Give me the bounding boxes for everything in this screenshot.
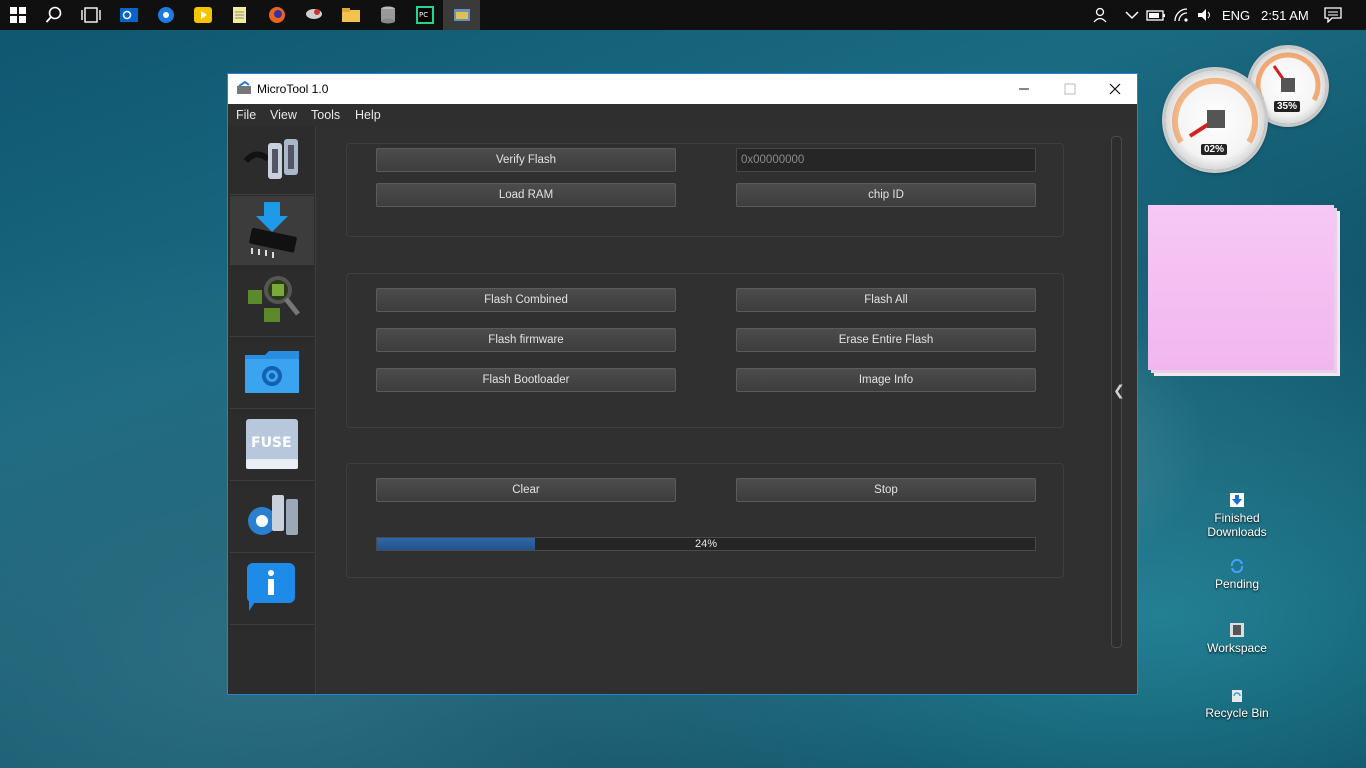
port-settings-icon — [242, 489, 302, 548]
download-chip-icon — [242, 198, 302, 263]
media-player-icon[interactable] — [191, 3, 215, 27]
progress-bar: 24% — [376, 537, 1036, 551]
firefox-icon[interactable] — [265, 3, 289, 27]
window-title: MicroTool 1.0 — [257, 82, 329, 96]
volume-icon[interactable] — [1193, 3, 1217, 27]
task-view-icon[interactable] — [79, 3, 103, 27]
cpu-gauge-value: 02% — [1201, 144, 1228, 155]
flash-group: Flash Combined Flash All Flash firmware … — [346, 273, 1064, 428]
memory-gauge-value: 35% — [1274, 101, 1301, 112]
chevron-up-icon[interactable] — [1120, 3, 1144, 27]
database-icon[interactable] — [376, 3, 400, 27]
clock[interactable]: 2:51 AM — [1261, 8, 1309, 23]
workspace-label: Workspace — [1207, 641, 1267, 655]
flash-bootloader-button[interactable]: Flash Bootloader — [376, 368, 676, 392]
wifi-icon[interactable] — [1170, 3, 1194, 27]
menu-tools[interactable]: Tools — [311, 108, 340, 122]
snipping-tool-icon[interactable] — [302, 3, 326, 27]
chip-id-button[interactable]: chip ID — [736, 183, 1036, 207]
microtool-window: MicroTool 1.0 File View Tools Help FUSE … — [227, 73, 1138, 695]
address-field[interactable]: 0x00000000 — [736, 148, 1036, 172]
flash-firmware-button[interactable]: Flash firmware — [376, 328, 676, 352]
stop-button[interactable]: Stop — [736, 478, 1036, 502]
menu-file[interactable]: File — [236, 108, 256, 122]
verify-group: Verify Flash 0x00000000 Load RAM chip ID — [346, 143, 1064, 237]
image-info-button[interactable]: Image Info — [736, 368, 1036, 392]
outlook-icon[interactable] — [117, 3, 141, 27]
settings-folder-icon — [243, 347, 301, 402]
groove-music-icon[interactable] — [154, 3, 178, 27]
verify-flash-button[interactable]: Verify Flash — [376, 148, 676, 172]
sidebar-settings-folder[interactable] — [230, 340, 314, 409]
taskbar: PC ENG 2:51 AM — [0, 0, 1366, 30]
flash-all-button[interactable]: Flash All — [736, 288, 1036, 312]
pycharm-icon[interactable]: PC — [413, 3, 437, 27]
serial-connector-icon — [242, 131, 302, 190]
file-explorer-icon[interactable] — [339, 3, 363, 27]
recycle-bin-label: Recycle Bin — [1205, 706, 1269, 720]
recycle-bin-shortcut[interactable]: Recycle Bin — [1192, 687, 1282, 720]
recycle-bin-icon — [1229, 687, 1245, 703]
sidebar-port-settings[interactable] — [230, 484, 314, 553]
sidebar-flash-download[interactable] — [230, 196, 314, 265]
menu-bar: File View Tools Help — [228, 104, 1137, 126]
menu-help[interactable]: Help — [355, 108, 381, 122]
status-group: Clear Stop 24% — [346, 463, 1064, 578]
info-icon — [245, 561, 299, 620]
erase-flash-button[interactable]: Erase Entire Flash — [736, 328, 1036, 352]
sidebar-chip-inspect[interactable] — [230, 268, 314, 337]
notepad-icon[interactable] — [228, 3, 252, 27]
minimize-button[interactable] — [1001, 74, 1047, 104]
search-icon[interactable] — [42, 3, 66, 27]
sidebar-connection[interactable] — [230, 126, 314, 195]
maximize-button[interactable] — [1047, 74, 1093, 104]
finished-downloads-label: Finished Downloads — [1207, 511, 1267, 539]
pending-shortcut[interactable]: Pending — [1192, 558, 1282, 591]
pending-label: Pending — [1214, 577, 1260, 591]
download-folder-icon — [1229, 492, 1245, 508]
film-strip-icon — [1229, 622, 1245, 638]
language-indicator[interactable]: ENG — [1222, 8, 1250, 23]
sidebar-info[interactable] — [230, 556, 314, 625]
app-icon — [236, 80, 252, 102]
menu-view[interactable]: View — [270, 108, 297, 122]
title-bar[interactable]: MicroTool 1.0 — [228, 74, 1137, 104]
sidebar-fuse[interactable]: FUSE — [230, 412, 314, 481]
people-icon[interactable] — [1090, 3, 1114, 27]
finished-downloads-shortcut[interactable]: Finished Downloads — [1192, 492, 1282, 539]
sync-icon — [1229, 558, 1245, 574]
sidebar: FUSE — [228, 126, 316, 694]
chip-inspect-icon — [242, 272, 302, 333]
svg-text:PC: PC — [419, 11, 428, 19]
workspace-shortcut[interactable]: Workspace — [1192, 622, 1282, 655]
microtool-app-icon[interactable] — [450, 3, 474, 27]
battery-icon[interactable] — [1144, 3, 1168, 27]
flash-combined-button[interactable]: Flash Combined — [376, 288, 676, 312]
svg-text:FUSE: FUSE — [251, 435, 292, 451]
sticky-note[interactable] — [1148, 205, 1334, 370]
clear-button[interactable]: Clear — [376, 478, 676, 502]
load-ram-button[interactable]: Load RAM — [376, 183, 676, 207]
windows-start-icon[interactable] — [6, 3, 30, 27]
progress-text: 24% — [694, 538, 718, 550]
close-button[interactable] — [1092, 74, 1138, 104]
fuse-drive-icon: FUSE — [244, 415, 300, 478]
cpu-gauge[interactable]: 02% — [1165, 70, 1265, 170]
action-center-icon[interactable] — [1321, 3, 1345, 27]
collapse-panel-icon[interactable]: ❮ — [1113, 382, 1125, 399]
